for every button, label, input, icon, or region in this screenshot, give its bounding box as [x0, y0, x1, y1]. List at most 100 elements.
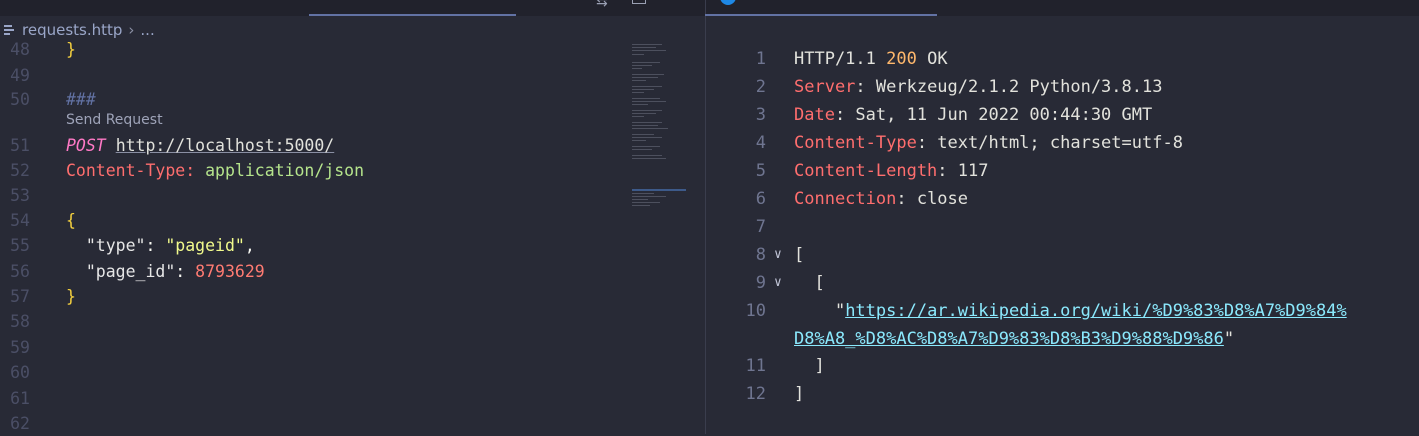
editor-line[interactable]: 59 [0, 335, 620, 360]
line-code[interactable]: { [66, 208, 76, 233]
line-code[interactable]: [ [794, 241, 804, 269]
minimap-line [632, 104, 648, 105]
line-code[interactable]: ] [794, 352, 825, 380]
minimap-line [632, 62, 660, 63]
minimap-line [632, 122, 662, 123]
line-code[interactable]: Date: Sat, 11 Jun 2022 00:44:30 GMT [794, 101, 1152, 129]
response-line[interactable]: 12] [706, 380, 1419, 408]
response-line[interactable]: 5 Content-Length: 117 [706, 157, 1419, 185]
minimap-line [632, 199, 648, 200]
editor-line[interactable]: 57} [0, 284, 620, 309]
minimap-line [632, 98, 660, 99]
editor-line[interactable]: 53 [0, 183, 620, 208]
line-number: 10 [745, 301, 766, 321]
editor-line[interactable]: 50 ### [0, 87, 620, 112]
code-token: : Werkzeug/2.1.2 Python/3.8.13 [855, 77, 1163, 97]
line-number: 7 [755, 217, 766, 237]
editor-line[interactable]: 55 "type": "pageid", [0, 233, 620, 258]
editor-line[interactable]: 52 Content-Type: application/json [0, 158, 620, 183]
fold-chevron-icon[interactable]: ∨ [774, 241, 782, 269]
line-number: 50 [10, 90, 30, 109]
response-line[interactable]: 9 ∨ [ [706, 269, 1419, 297]
editor-line[interactable]: 54 { [0, 208, 620, 233]
editor-line[interactable]: 60 [0, 360, 620, 385]
send-request-codelens[interactable]: Send Request [66, 112, 163, 128]
response-line[interactable]: 6 Connection: close [706, 185, 1419, 213]
code-token: ] [794, 356, 825, 376]
line-number: 8 [755, 245, 766, 265]
line-code[interactable]: Content-Type: application/json [66, 158, 364, 183]
response-line[interactable]: 10 "https://ar.wikipedia.org/wiki/%D9%83… [706, 297, 1419, 325]
minimap-line [632, 113, 656, 114]
code-token: Content-Type [794, 133, 917, 153]
line-code[interactable]: "page_id": 8793629 [66, 259, 265, 284]
response-line[interactable]: 2 Server: Werkzeug/2.1.2 Python/3.8.13 [706, 73, 1419, 101]
response-link[interactable]: D8%A8_%D8%AC%D8%A7%D9%83%D8%B3%D9%88%D9%… [794, 329, 1224, 349]
minimap-line [632, 134, 654, 135]
editor-line[interactable]: 58 [0, 309, 620, 334]
response-line[interactable]: D8%A8_%D8%AC%D8%A7%D9%83%D8%B3%D9%88%D9%… [706, 325, 1419, 353]
minimap-line [632, 128, 668, 129]
line-code[interactable]: Content-Type: text/html; charset=utf-8 [794, 129, 1183, 157]
line-number: 49 [10, 66, 30, 85]
code-token: application/json [205, 161, 365, 180]
editor-line[interactable]: 61 [0, 386, 620, 411]
line-number: 4 [755, 133, 766, 153]
editor-line[interactable]: 56 "page_id": 8793629 [0, 259, 620, 284]
editor-line[interactable]: 62 [0, 411, 620, 436]
line-code[interactable]: ### [66, 87, 96, 112]
line-code[interactable]: D8%A8_%D8%AC%D8%A7%D9%83%D8%B3%D9%88%D9%… [794, 325, 1234, 353]
response-line[interactable]: 4 Content-Type: text/html; charset=utf-8 [706, 129, 1419, 157]
response-line[interactable]: 3 Date: Sat, 11 Jun 2022 00:44:30 GMT [706, 101, 1419, 129]
line-code[interactable]: Server: Werkzeug/2.1.2 Python/3.8.13 [794, 73, 1162, 101]
minimap-line [632, 65, 652, 66]
code-token: : [145, 236, 166, 255]
line-code[interactable]: Content-Length: 117 [794, 157, 988, 185]
code-token: Content-Length [794, 161, 938, 181]
line-code[interactable]: POST http://localhost:5000/ [66, 133, 334, 158]
code-token: "type" [66, 236, 146, 255]
line-code[interactable]: "https://ar.wikipedia.org/wiki/%D9%83%D8… [794, 297, 1347, 325]
line-code[interactable]: } [66, 37, 76, 62]
line-number: 1 [755, 49, 766, 69]
minimap-line [632, 202, 660, 203]
line-number: 2 [755, 77, 766, 97]
minimap-line [632, 110, 662, 111]
minimap-line [632, 205, 650, 206]
line-code[interactable]: HTTP/1.1 200 OK [794, 45, 948, 73]
line-number: 9 [755, 273, 766, 293]
split-editor-icon[interactable]: ⇆ [596, 0, 608, 10]
line-code[interactable]: "type": "pageid", [66, 233, 255, 258]
minimap-line [632, 44, 662, 45]
line-code[interactable]: } [66, 284, 76, 309]
file-lines-icon [4, 25, 16, 35]
response-line[interactable]: 8 ∨ [ [706, 241, 1419, 269]
minimap-line [632, 101, 666, 102]
editor-line[interactable]: 49 [0, 63, 620, 88]
line-number: 60 [10, 363, 30, 382]
minimap-line [632, 193, 654, 194]
editor-line[interactable]: 48} [0, 37, 620, 62]
line-number: 3 [755, 105, 766, 125]
response-link[interactable]: https://ar.wikipedia.org/wiki/%D9%83%D8%… [845, 301, 1347, 321]
line-number: 48 [10, 40, 30, 59]
line-code[interactable]: [ [794, 269, 824, 297]
fold-chevron-icon[interactable]: ∨ [774, 269, 782, 297]
response-line[interactable]: 11 ] [706, 352, 1419, 380]
response-line[interactable]: 1 HTTP/1.1 200 OK [706, 45, 1419, 73]
code-token: http://localhost:5000/ [115, 136, 335, 155]
minimap-viewport[interactable] [632, 189, 686, 191]
line-code[interactable]: ] [794, 380, 804, 408]
minimap-line [632, 50, 666, 51]
editor-line[interactable]: 51 POST http://localhost:5000/ [0, 133, 620, 158]
line-code[interactable]: Connection: close [794, 185, 968, 213]
minimap-line [632, 89, 654, 90]
response-line[interactable]: 7 [706, 213, 1419, 241]
editor-layout-icon[interactable] [632, 0, 646, 4]
code-token: : 117 [937, 161, 989, 181]
line-number: 62 [10, 414, 30, 433]
minimap-line [632, 54, 644, 55]
code-token: "pageid" [165, 236, 245, 255]
minimap-line [632, 47, 656, 48]
line-number: 12 [745, 384, 766, 404]
